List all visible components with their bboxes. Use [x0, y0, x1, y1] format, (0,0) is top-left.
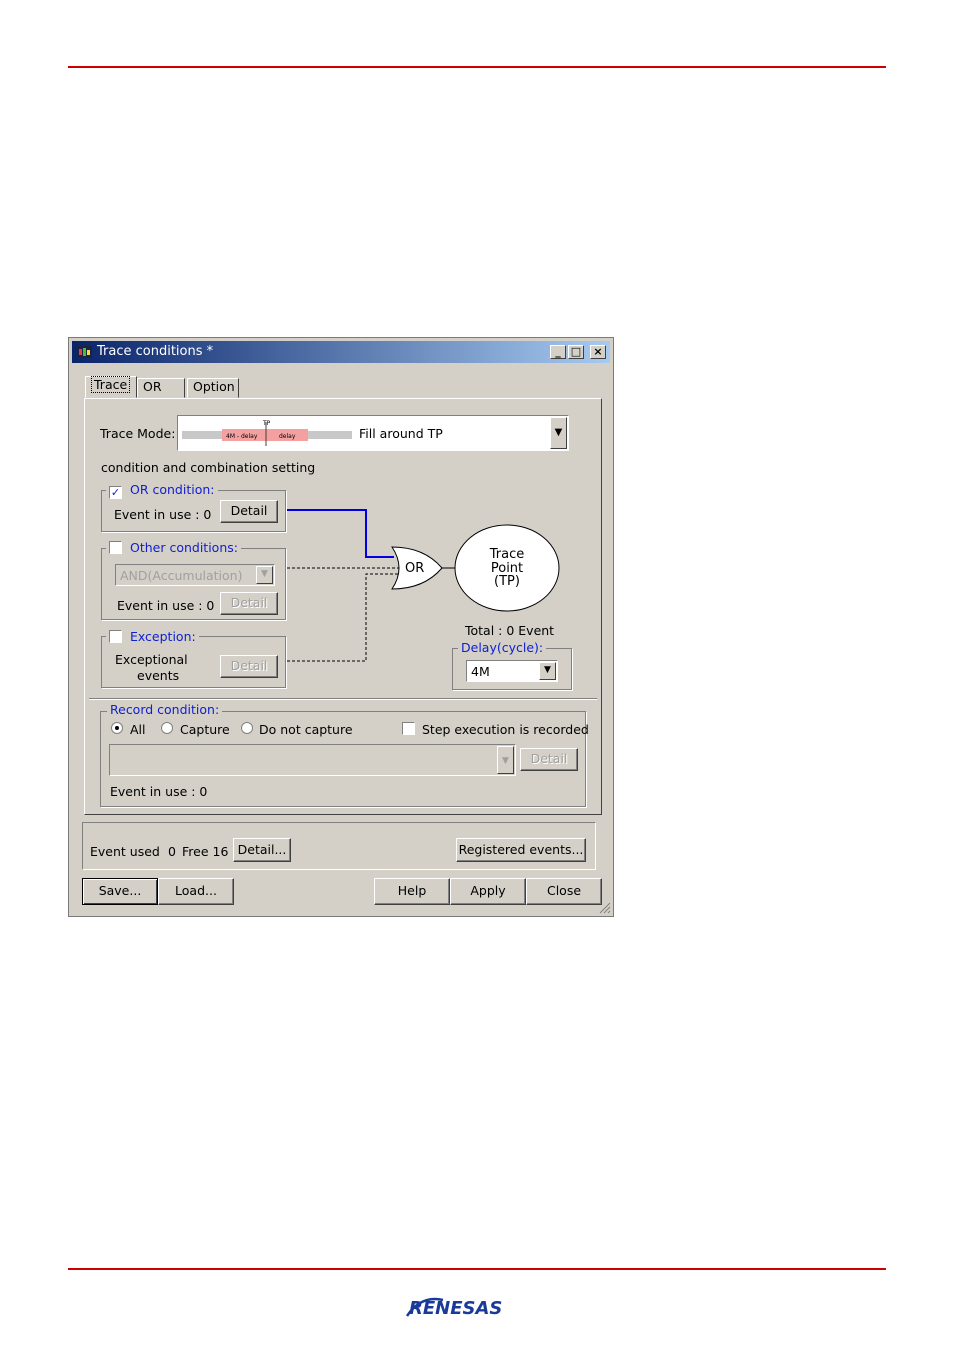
chevron-down-icon[interactable]: ▼: [256, 566, 273, 584]
delay-select[interactable]: 4M ▼: [466, 660, 558, 682]
record-event-in-use: Event in use : 0: [110, 784, 208, 799]
trace-conditions-window: Trace conditions * _ □ × Trace OR Option…: [68, 337, 614, 917]
renesas-logo: RENESAS: [403, 1294, 551, 1320]
or-condition-line: [287, 509, 394, 558]
exception-text-line2: events: [137, 668, 180, 683]
step-execution-checkbox[interactable]: [402, 722, 415, 735]
or-condition-checkbox[interactable]: ✓: [109, 486, 122, 499]
help-button[interactable]: Help: [374, 878, 450, 905]
registered-events-button[interactable]: Registered events...: [456, 838, 586, 862]
exception-label: Exception:: [129, 629, 196, 644]
section-heading: condition and combination setting: [101, 460, 316, 475]
window-title: Trace conditions *: [97, 344, 214, 359]
footer-rule: [68, 1268, 886, 1270]
step-execution-label: Step execution is recorded: [422, 722, 589, 737]
tab-trace-label: Trace: [91, 376, 131, 393]
svg-text:RENESAS: RENESAS: [409, 1298, 502, 1319]
trace-mode-value: Fill around TP: [359, 426, 443, 441]
record-condition-label: Record condition:: [107, 702, 223, 717]
event-used-count: 0: [168, 844, 176, 859]
section-separator: [89, 698, 597, 700]
trace-point-line3: (TP): [494, 574, 520, 589]
exception-text-line1: Exceptional: [115, 652, 188, 667]
other-conditions-combo[interactable]: AND(Accumulation) ▼: [115, 564, 275, 586]
diagram-left-label: 4M - delay: [226, 433, 258, 440]
delay-label: Delay(cycle):: [458, 640, 547, 655]
save-button[interactable]: Save...: [82, 878, 158, 905]
record-capture-label: Capture: [180, 722, 230, 737]
diagram-right-label: delay: [279, 433, 296, 440]
or-gate-label: OR: [405, 561, 424, 576]
close-button[interactable]: Close: [526, 878, 602, 905]
trace-point-line1: Trace: [489, 547, 525, 562]
or-detail-button[interactable]: Detail: [220, 500, 278, 523]
other-conditions-header: Other conditions:: [106, 540, 241, 555]
exception-detail-button[interactable]: Detail: [220, 655, 278, 678]
or-condition-label: OR condition:: [129, 482, 215, 497]
event-used-label: Event used: [90, 844, 160, 859]
app-icon: [77, 346, 92, 358]
other-conditions-combo-value: AND(Accumulation): [120, 568, 243, 583]
resize-grip-icon[interactable]: [598, 901, 611, 914]
chevron-down-icon[interactable]: ▼: [550, 417, 567, 449]
apply-button[interactable]: Apply: [450, 878, 526, 905]
other-conditions-label: Other conditions:: [129, 540, 238, 555]
record-all-radio[interactable]: [111, 722, 123, 734]
trace-mode-label: Trace Mode:: [100, 426, 176, 441]
tab-option[interactable]: Option: [187, 378, 239, 398]
exception-line: [287, 573, 399, 662]
delay-value: 4M: [471, 664, 490, 679]
chevron-down-icon[interactable]: ▼: [497, 746, 514, 774]
or-event-in-use: Event in use : 0: [114, 507, 212, 522]
other-event-in-use: Event in use : 0: [117, 598, 215, 613]
total-events: Total : 0 Event: [465, 623, 555, 638]
tab-option-label: Option: [193, 379, 235, 394]
other-detail-button[interactable]: Detail: [220, 592, 278, 615]
event-free-count: Free 16: [182, 844, 229, 859]
exception-checkbox[interactable]: [109, 630, 122, 643]
trace-mode-select[interactable]: TP 4M - delay delay Fill around TP ▼: [177, 415, 569, 451]
record-all-label: All: [130, 722, 146, 737]
header-rule: [68, 66, 886, 68]
record-detail-button[interactable]: Detail: [520, 748, 578, 771]
tab-trace[interactable]: Trace: [85, 376, 137, 398]
minimize-button[interactable]: _: [550, 345, 566, 359]
tab-or[interactable]: OR: [137, 378, 185, 398]
chevron-down-icon[interactable]: ▼: [539, 662, 556, 680]
or-condition-header: ✓ OR condition:: [106, 482, 218, 499]
diagram-tp-label: TP: [262, 420, 271, 427]
tab-or-label: OR: [143, 379, 162, 394]
other-conditions-checkbox[interactable]: [109, 541, 122, 554]
close-window-button[interactable]: ×: [590, 345, 606, 359]
trace-mode-diagram: TP 4M - delay delay: [182, 420, 352, 446]
maximize-button[interactable]: □: [568, 345, 584, 359]
load-button[interactable]: Load...: [158, 878, 234, 905]
record-capture-radio[interactable]: [161, 722, 173, 734]
record-condition-combo[interactable]: ▼: [109, 744, 516, 776]
event-detail-button[interactable]: Detail...: [233, 838, 291, 862]
title-bar[interactable]: Trace conditions * _ □ ×: [72, 341, 610, 363]
exception-header: Exception:: [106, 629, 199, 644]
record-no-capture-label: Do not capture: [259, 722, 353, 737]
record-no-capture-radio[interactable]: [241, 722, 253, 734]
